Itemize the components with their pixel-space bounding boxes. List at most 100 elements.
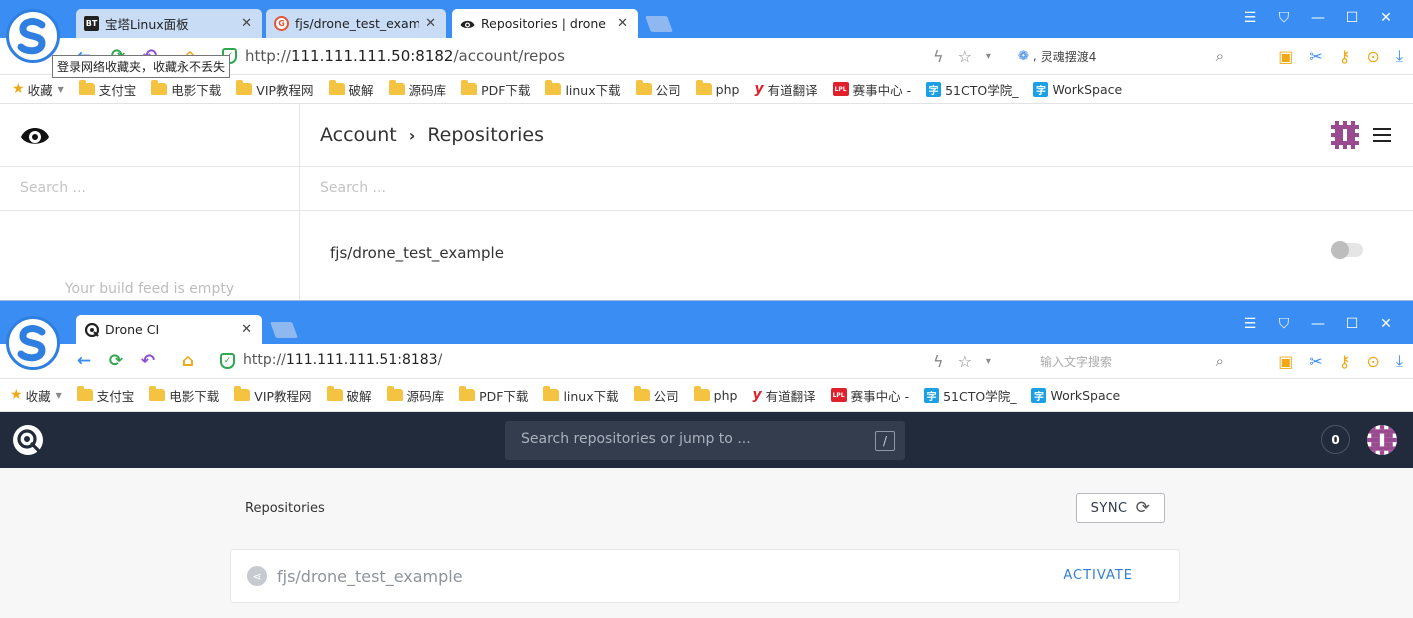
bookmark-source[interactable]: 源码库 — [386, 386, 444, 405]
tab-drone-repositories[interactable]: Repositories | drone ✕ — [452, 9, 638, 38]
skin-icon[interactable]: ⛉ — [1267, 314, 1301, 334]
bookmark-company[interactable]: 公司 — [633, 386, 679, 405]
close-icon[interactable]: ✕ — [241, 16, 252, 31]
bookmark-linux[interactable]: linux下载 — [545, 80, 621, 99]
bookmark-company[interactable]: 公司 — [635, 80, 681, 99]
dropdown-icon[interactable]: ▾ — [986, 356, 991, 367]
url-field[interactable]: http://111.111.111.51:8183/ — [243, 352, 442, 368]
lightning-icon[interactable]: ϟ — [933, 47, 944, 66]
bookmark-lpl[interactable]: LPL 赛事中心 - — [832, 80, 911, 99]
bookmark-lpl[interactable]: LPL 赛事中心 - — [830, 386, 909, 405]
bookmark-youdao[interactable]: y 有道翻译 — [754, 80, 817, 99]
search-box[interactable]: 输入文字搜索 ⌕ — [1040, 349, 1228, 373]
bookmark-star-icon[interactable]: ☆ — [958, 352, 972, 371]
search-icon[interactable]: ⌕ — [1216, 47, 1224, 65]
minimize-icon[interactable]: — — [1301, 8, 1335, 28]
close-icon[interactable]: ✕ — [241, 322, 252, 337]
repo-name[interactable]: fjs/drone_test_example — [277, 567, 463, 586]
reload-icon[interactable]: ⟳ — [106, 351, 126, 371]
activate-button[interactable]: ACTIVATE — [1063, 568, 1133, 583]
bookmarks-bar: ★ 收藏 ▼ 支付宝 电影下载 VIP教程网 破解 源码库 PDF下载 linux下… — [0, 379, 1413, 412]
avatar[interactable] — [1331, 121, 1359, 149]
breadcrumb-account[interactable]: Account — [320, 124, 397, 146]
notification-count-badge[interactable]: 0 — [1321, 425, 1350, 454]
extension-icon[interactable]: ▣ — [1278, 47, 1293, 66]
bookmark-label: 破解 — [346, 388, 372, 404]
bookmark-alipay[interactable]: 支付宝 — [78, 80, 136, 99]
close-window-icon[interactable]: ✕ — [1369, 8, 1403, 28]
global-search-input[interactable]: Search repositories or jump to ... / — [505, 421, 905, 460]
undo-icon[interactable]: ↶ — [138, 351, 158, 371]
tab-label: 宝塔Linux面板 — [105, 17, 189, 32]
sidebar-search-input[interactable]: Search ... — [0, 166, 299, 211]
browser-logo-icon[interactable] — [6, 316, 60, 370]
bookmark-favorites[interactable]: ★ 收藏 ▼ — [10, 386, 62, 405]
close-icon[interactable]: ✕ — [617, 16, 628, 31]
bookmark-linux[interactable]: linux下载 — [543, 386, 619, 405]
bookmark-star-icon[interactable]: ☆ — [958, 47, 972, 66]
avatar[interactable] — [1367, 425, 1397, 455]
new-tab-button[interactable] — [270, 322, 298, 338]
lightning-icon[interactable]: ϟ — [933, 352, 944, 371]
back-icon[interactable]: ← — [74, 351, 94, 371]
more-icon[interactable]: ⊙ — [1367, 47, 1380, 66]
bookmark-label: 51CTO学院_ — [943, 388, 1017, 404]
minimize-icon[interactable]: — — [1301, 314, 1335, 334]
close-window-icon[interactable]: ✕ — [1369, 314, 1403, 334]
new-tab-button[interactable] — [645, 16, 673, 32]
close-icon[interactable]: ✕ — [425, 16, 436, 31]
refresh-icon: ⟳ — [1135, 498, 1151, 518]
bookmark-crack[interactable]: 破解 — [326, 386, 372, 405]
bookmark-crack[interactable]: 破解 — [328, 80, 374, 99]
scissors-icon[interactable]: ✂ — [1309, 352, 1322, 371]
bookmark-php[interactable]: php — [695, 80, 739, 97]
scissors-icon[interactable]: ✂ — [1309, 47, 1322, 66]
skin-icon[interactable]: ⛉ — [1267, 8, 1301, 28]
bookmark-pdf[interactable]: PDF下载 — [461, 80, 530, 99]
more-icon[interactable]: ⊙ — [1367, 352, 1380, 371]
bookmark-vip[interactable]: VIP教程网 — [236, 80, 314, 99]
url-scheme: http:// — [243, 352, 286, 368]
bookmark-favorites[interactable]: ★ 收藏 ▼ — [12, 80, 64, 99]
bookmark-php[interactable]: php — [693, 386, 737, 403]
tab-drone-ci[interactable]: Drone CI ✕ — [76, 315, 262, 344]
maximize-icon[interactable]: ☐ — [1335, 314, 1369, 334]
download-icon[interactable]: ⤓ — [1396, 351, 1403, 371]
sync-button[interactable]: SYNC ⟳ — [1076, 493, 1165, 523]
home-icon[interactable]: ⌂ — [178, 351, 198, 371]
search-icon[interactable]: ⌕ — [1216, 352, 1224, 370]
bookmark-pdf[interactable]: PDF下载 — [459, 386, 528, 405]
drone-logo-icon[interactable] — [20, 122, 50, 148]
dropdown-icon[interactable]: ▾ — [986, 51, 991, 62]
bookmark-label: 51CTO学院_ — [945, 82, 1019, 98]
folder-icon — [461, 80, 478, 95]
url-tools: ϟ ☆ ▾ — [933, 352, 991, 371]
repo-search-input[interactable]: Search ... — [300, 166, 1413, 211]
bookmark-vip[interactable]: VIP教程网 — [234, 386, 312, 405]
search-box[interactable]: ❁ , 灵魂摆渡4 ⌕ — [1018, 44, 1228, 68]
bookmark-workspace[interactable]: 字 WorkSpace — [1033, 81, 1122, 97]
menu-icon[interactable]: ☰ — [1233, 314, 1267, 334]
tab-git-repo[interactable]: G fjs/drone_test_example ✕ — [266, 9, 446, 38]
hamburger-menu-icon[interactable] — [1373, 128, 1391, 142]
download-icon[interactable]: ⤓ — [1396, 46, 1403, 66]
drone-ci-logo-icon[interactable] — [12, 424, 44, 456]
key-icon[interactable]: ⚷ — [1339, 47, 1351, 66]
repo-name[interactable]: fjs/drone_test_example — [330, 244, 504, 262]
bookmark-movies[interactable]: 电影下载 — [151, 80, 221, 99]
key-icon[interactable]: ⚷ — [1339, 352, 1351, 371]
repo-activate-toggle[interactable] — [1331, 241, 1363, 259]
bookmark-workspace[interactable]: 字 WorkSpace — [1031, 387, 1120, 403]
tab-bt-panel[interactable]: BT 宝塔Linux面板 ✕ — [76, 9, 262, 38]
bookmark-youdao[interactable]: y 有道翻译 — [752, 386, 815, 405]
url-field[interactable]: http://111.111.111.50:8182/account/repos — [245, 47, 565, 65]
extension-icon[interactable]: ▣ — [1278, 352, 1293, 371]
bookmark-source[interactable]: 源码库 — [388, 80, 446, 99]
bookmark-51cto[interactable]: 字 51CTO学院_ — [924, 386, 1016, 405]
maximize-icon[interactable]: ☐ — [1335, 8, 1369, 28]
bookmark-alipay[interactable]: 支付宝 — [76, 386, 134, 405]
bt-icon: BT — [84, 16, 99, 31]
menu-icon[interactable]: ☰ — [1233, 8, 1267, 28]
bookmark-movies[interactable]: 电影下载 — [149, 386, 219, 405]
bookmark-51cto[interactable]: 字 51CTO学院_ — [926, 80, 1018, 99]
